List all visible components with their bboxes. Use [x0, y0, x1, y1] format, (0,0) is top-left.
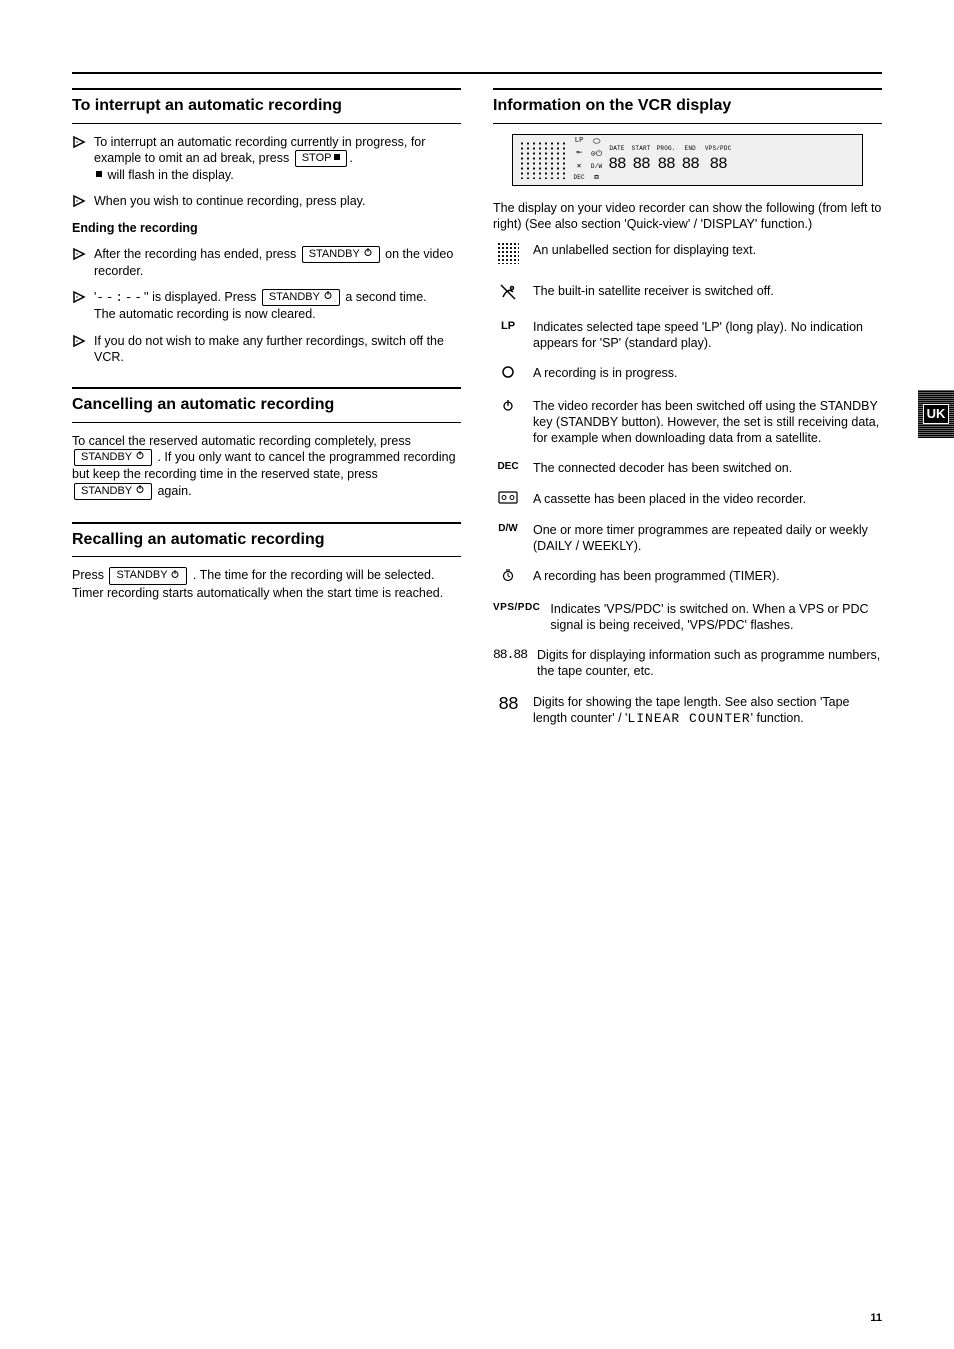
indicators-intro: The display on your video recorder can s… — [493, 200, 882, 233]
dots-text: An unlabelled section for displaying tex… — [533, 242, 882, 258]
timer-clock-icon — [493, 568, 523, 586]
satellite-off-icon — [493, 283, 523, 305]
step-3: After the recording has ended, press STA… — [72, 246, 461, 279]
indicator-record: A recording is in progress. — [493, 365, 882, 383]
segment-digits-icon: 88.88 — [493, 647, 527, 664]
counter-ref: LINEAR COUNTER — [627, 711, 750, 726]
intro-ref: DISPLAY — [703, 217, 755, 231]
step-arrow-icon — [72, 247, 86, 261]
cancelling-body: To cancel the reserved automatic recordi… — [72, 433, 461, 500]
section-title-indicators: Information on the VCR display — [493, 88, 882, 124]
standby-key: STANDBY — [109, 567, 187, 584]
standby-key: STANDBY — [74, 483, 152, 500]
step4-text-b: a second time. — [345, 290, 426, 304]
indicator-dec: DEC The connected decoder has been switc… — [493, 460, 882, 476]
indicator-standby: The video recorder has been switched off… — [493, 398, 882, 447]
section-title-recall: Recalling an automatic recording — [72, 522, 461, 558]
standby-key: STANDBY — [74, 449, 152, 466]
dot-matrix-icon — [497, 242, 519, 264]
rec-text: A recording is in progress. — [533, 365, 882, 381]
indicator-vps: VPS/PDC Indicates 'VPS/PDC' is switched … — [493, 601, 882, 634]
step-arrow-icon — [72, 135, 86, 149]
dw-icon: D/W — [493, 522, 523, 535]
step4-dashes: --:-- — [96, 291, 144, 305]
recall-text-a: Press — [72, 568, 107, 582]
step-1: To interrupt an automatic recording curr… — [72, 134, 461, 184]
step1-sub: will flash in the display. — [104, 168, 234, 182]
dec-icon: DEC — [493, 460, 523, 473]
lp-text: Indicates selected tape speed 'LP' (long… — [533, 319, 882, 352]
step-2: When you wish to continue recording, pre… — [72, 193, 461, 209]
counter-digits-icon: 88 — [493, 694, 523, 717]
dot-matrix-icon — [519, 141, 567, 179]
cassette-icon — [493, 491, 523, 508]
page-number: 11 — [870, 1311, 882, 1325]
standby-key: STANDBY — [302, 246, 380, 263]
step-arrow-icon — [72, 194, 86, 208]
intro-a: The display on your video recorder can s… — [493, 201, 881, 231]
section-title-interrupt: To interrupt an automatic recording — [72, 88, 461, 124]
cancel-text-c: again. — [157, 484, 191, 498]
ending-subtitle: Ending the recording — [72, 221, 198, 235]
left-column: To interrupt an automatic recording To i… — [72, 88, 461, 742]
record-circle-icon — [493, 365, 523, 383]
dec-text: The connected decoder has been switched … — [533, 460, 882, 476]
indicator-counter: 88 Digits for showing the tape length. S… — [493, 694, 882, 728]
step-arrow-icon — [72, 290, 86, 304]
lp-icon: LP — [493, 319, 523, 333]
dw-text: One or more timer programmes are repeate… — [533, 522, 882, 555]
indicator-cassette: A cassette has been placed in the video … — [493, 491, 882, 508]
section-title-cancelling: Cancelling an automatic recording — [72, 387, 461, 423]
step5-text: If you do not wish to make any further r… — [94, 333, 461, 366]
intro-b: function.) — [757, 217, 812, 231]
indicator-lp: LP Indicates selected tape speed 'LP' (l… — [493, 319, 882, 352]
stdby-text: The video recorder has been switched off… — [533, 398, 882, 447]
step3-text-a: After the recording has ended, press — [94, 247, 300, 261]
vpspdc-icon: VPS/PDC — [493, 601, 540, 614]
step2-text: When you wish to continue recording, pre… — [94, 193, 461, 209]
indicator-dw: D/W One or more timer programmes are rep… — [493, 522, 882, 555]
standby-icon — [493, 398, 523, 416]
step1-text-a: To interrupt an automatic recording curr… — [94, 135, 425, 165]
uk-tab: UK — [918, 390, 954, 438]
cassette-text: A cassette has been placed in the video … — [533, 491, 882, 507]
indicator-dots: An unlabelled section for displaying tex… — [493, 242, 882, 268]
vps-text: Indicates 'VPS/PDC' is switched on. When… — [550, 601, 882, 634]
step-arrow-icon — [72, 334, 86, 348]
recall-body: Press STANDBY . The time for the recordi… — [72, 567, 461, 600]
cancel-text-a: To cancel the reserved automatic recordi… — [72, 434, 411, 448]
step-4: '--:--'' is displayed. Press STANDBY a s… — [72, 289, 461, 323]
step4-text-a: '' is displayed. Press — [144, 290, 260, 304]
step-5: If you do not wish to make any further r… — [72, 333, 461, 366]
indicator-sat-off: The built-in satellite receiver is switc… — [493, 283, 882, 305]
seg-text: Digits for displaying information such a… — [537, 647, 882, 680]
stop-glyph — [96, 168, 102, 182]
sat-text: The built-in satellite receiver is switc… — [533, 283, 882, 299]
right-column: Information on the VCR display LP⟜✕DEC ⬭… — [493, 88, 882, 742]
vcr-display-illustration: LP⟜✕DEC ⬭⊙⏻D/W⧈ DATE88 START88 PROG.88 E… — [512, 134, 862, 186]
indicator-segments: 88.88 Digits for displaying information … — [493, 647, 882, 680]
step4-text-c: The automatic recording is now cleared. — [94, 307, 316, 321]
standby-key: STANDBY — [262, 289, 340, 306]
step1-text-b: . — [349, 151, 352, 165]
timer-text: A recording has been programmed (TIMER). — [533, 568, 882, 584]
counter-text: Digits for showing the tape length. See … — [533, 694, 882, 728]
indicator-timer: A recording has been programmed (TIMER). — [493, 568, 882, 586]
stop-key: STOP — [295, 150, 348, 167]
